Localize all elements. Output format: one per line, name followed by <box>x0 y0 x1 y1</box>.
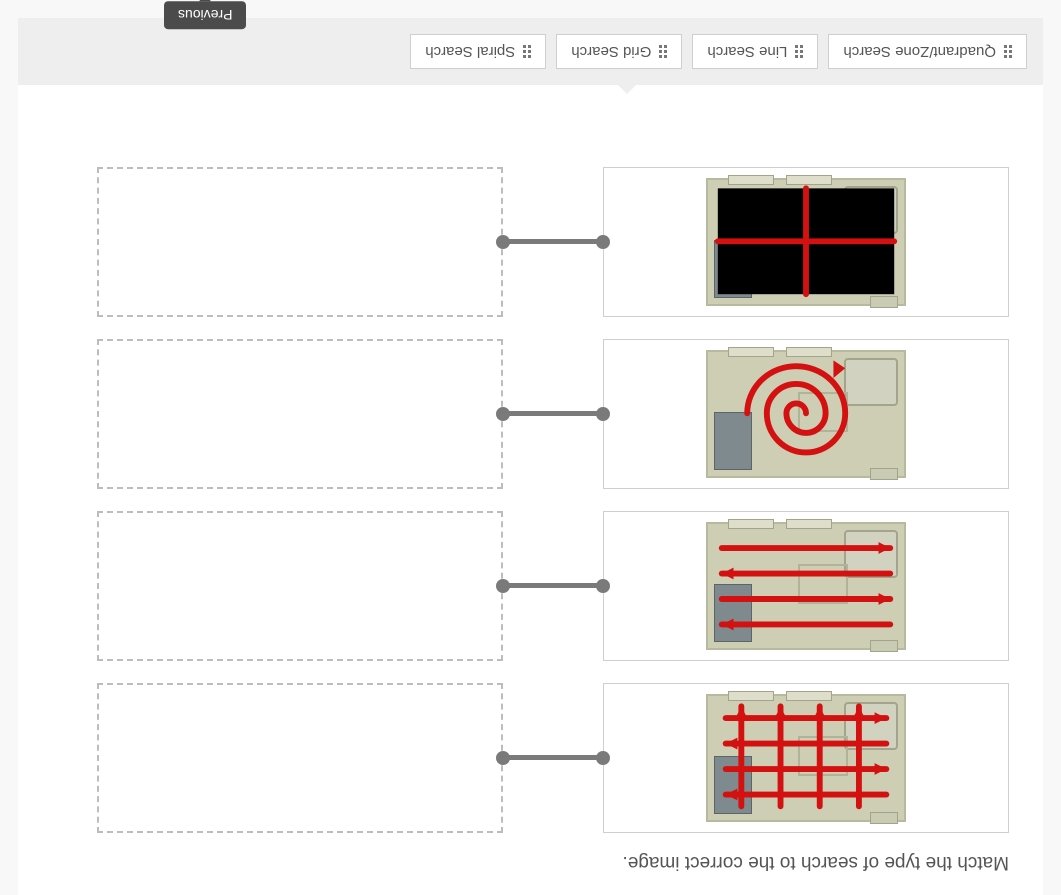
prompt-image-spiral <box>603 339 1009 489</box>
previous-button[interactable]: Previous <box>164 1 246 29</box>
prompt-image-quadrant <box>603 167 1009 317</box>
drag-token[interactable]: Spiral Search <box>410 34 546 69</box>
match-row <box>52 167 1009 317</box>
drag-handle-icon <box>1004 45 1012 58</box>
token-label: Line Search <box>707 43 787 60</box>
drop-target[interactable] <box>97 167 503 317</box>
connector <box>503 239 603 245</box>
drag-handle-icon <box>523 45 531 58</box>
match-rows <box>52 167 1009 833</box>
token-label: Grid Search <box>571 43 651 60</box>
connector <box>503 755 603 761</box>
question-prompt: Match the type of search to the correct … <box>52 851 1009 873</box>
token-label: Quadrant/Zone Search <box>843 43 996 60</box>
drag-token[interactable]: Line Search <box>692 34 818 69</box>
drop-target[interactable] <box>97 683 503 833</box>
drag-handle-icon <box>795 45 803 58</box>
question-panel: Match the type of search to the correct … <box>18 45 1043 895</box>
drag-handle-icon <box>659 45 667 58</box>
connector <box>503 411 603 417</box>
token-label: Spiral Search <box>425 43 515 60</box>
prompt-image-line <box>603 511 1009 661</box>
match-row <box>52 683 1009 833</box>
match-row <box>52 339 1009 489</box>
drag-token[interactable]: Quadrant/Zone Search <box>828 34 1027 69</box>
prompt-image-grid <box>603 683 1009 833</box>
drop-target[interactable] <box>97 339 503 489</box>
match-row <box>52 511 1009 661</box>
drag-token[interactable]: Grid Search <box>556 34 682 69</box>
caret-up-icon <box>617 84 637 94</box>
token-tray: Quadrant/Zone Search Line Search Grid Se… <box>18 18 1043 85</box>
connector <box>503 583 603 589</box>
drop-target[interactable] <box>97 511 503 661</box>
